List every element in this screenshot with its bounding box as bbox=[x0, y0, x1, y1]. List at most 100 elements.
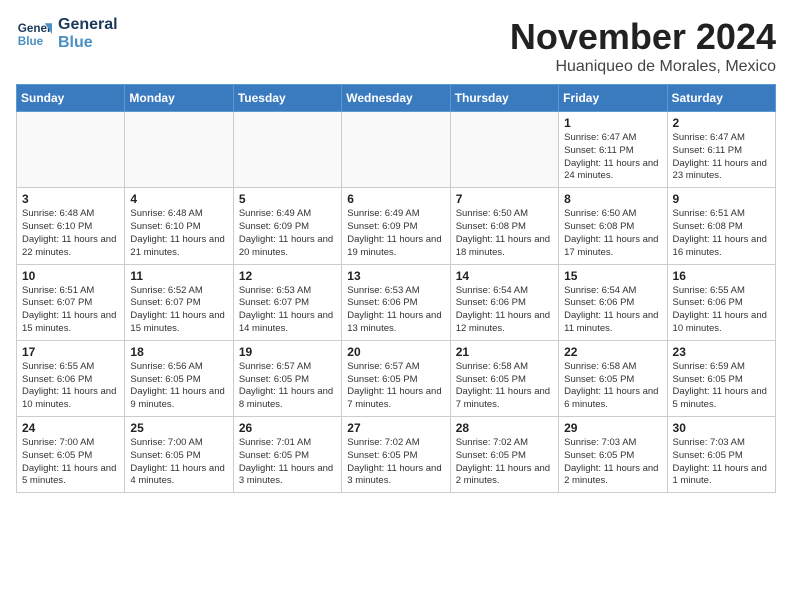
header-saturday: Saturday bbox=[667, 85, 775, 112]
table-row: 25 Sunrise: 7:00 AMSunset: 6:05 PMDayligh… bbox=[125, 417, 233, 493]
day-number: 25 bbox=[130, 421, 227, 435]
day-number: 7 bbox=[456, 192, 553, 206]
table-row bbox=[125, 112, 233, 188]
day-info: Sunrise: 6:51 AMSunset: 6:08 PMDaylight:… bbox=[673, 208, 770, 259]
table-row: 3 Sunrise: 6:48 AMSunset: 6:10 PMDaylight… bbox=[17, 188, 125, 264]
day-number: 23 bbox=[673, 345, 770, 359]
day-number: 13 bbox=[347, 269, 444, 283]
day-info: Sunrise: 6:54 AMSunset: 6:06 PMDaylight:… bbox=[564, 285, 661, 336]
header-tuesday: Tuesday bbox=[233, 85, 341, 112]
day-number: 15 bbox=[564, 269, 661, 283]
day-info: Sunrise: 7:02 AMSunset: 6:05 PMDaylight:… bbox=[456, 437, 553, 488]
day-number: 29 bbox=[564, 421, 661, 435]
day-info: Sunrise: 7:00 AMSunset: 6:05 PMDaylight:… bbox=[22, 437, 119, 488]
header-monday: Monday bbox=[125, 85, 233, 112]
day-number: 19 bbox=[239, 345, 336, 359]
day-number: 12 bbox=[239, 269, 336, 283]
table-row: 11Sunrise: 6:52 AMSunset: 6:07 PMDayligh… bbox=[125, 264, 233, 340]
day-number: 20 bbox=[347, 345, 444, 359]
table-row: 13Sunrise: 6:53 AMSunset: 6:06 PMDayligh… bbox=[342, 264, 450, 340]
day-number: 14 bbox=[456, 269, 553, 283]
day-number: 3 bbox=[22, 192, 119, 206]
day-info: Sunrise: 6:48 AMSunset: 6:10 PMDaylight:… bbox=[22, 208, 119, 259]
day-number: 30 bbox=[673, 421, 770, 435]
day-info: Sunrise: 6:49 AMSunset: 6:09 PMDaylight:… bbox=[347, 208, 444, 259]
calendar-table: Sunday Monday Tuesday Wednesday Thursday… bbox=[16, 84, 776, 493]
logo-icon: General Blue bbox=[16, 16, 52, 52]
calendar-week-row: 10 Sunrise: 6:51 AMSunset: 6:07 PMDayligh… bbox=[17, 264, 776, 340]
day-info: Sunrise: 7:02 AMSunset: 6:05 PMDaylight:… bbox=[347, 437, 444, 488]
month-title: November 2024 bbox=[510, 16, 776, 58]
day-info: Sunrise: 6:57 AMSunset: 6:05 PMDaylight:… bbox=[239, 361, 336, 412]
title-block: November 2024 Huaniqueo de Morales, Mexi… bbox=[510, 16, 776, 76]
day-info: Sunrise: 7:00 AMSunset: 6:05 PMDaylight:… bbox=[130, 437, 227, 488]
day-info: Sunrise: 6:55 AMSunset: 6:06 PMDaylight:… bbox=[22, 361, 119, 412]
table-row: 23 Sunrise: 6:59 AMSunset: 6:05 PMDayligh… bbox=[667, 340, 775, 416]
table-row bbox=[450, 112, 558, 188]
table-row: 9 Sunrise: 6:51 AMSunset: 6:08 PMDaylight… bbox=[667, 188, 775, 264]
table-row: 18 Sunrise: 6:56 AMSunset: 6:05 PMDayligh… bbox=[125, 340, 233, 416]
table-row: 4 Sunrise: 6:48 AMSunset: 6:10 PMDaylight… bbox=[125, 188, 233, 264]
day-number: 8 bbox=[564, 192, 661, 206]
table-row: 15 Sunrise: 6:54 AMSunset: 6:06 PMDayligh… bbox=[559, 264, 667, 340]
table-row bbox=[233, 112, 341, 188]
day-number: 26 bbox=[239, 421, 336, 435]
logo-line1: General bbox=[58, 16, 118, 34]
day-number: 21 bbox=[456, 345, 553, 359]
table-row: 19 Sunrise: 6:57 AMSunset: 6:05 PMDayligh… bbox=[233, 340, 341, 416]
table-row: 27Sunrise: 7:02 AMSunset: 6:05 PMDayligh… bbox=[342, 417, 450, 493]
day-number: 17 bbox=[22, 345, 119, 359]
day-info: Sunrise: 6:59 AMSunset: 6:05 PMDaylight:… bbox=[673, 361, 770, 412]
table-row: 7 Sunrise: 6:50 AMSunset: 6:08 PMDaylight… bbox=[450, 188, 558, 264]
day-info: Sunrise: 6:54 AMSunset: 6:06 PMDaylight:… bbox=[456, 285, 553, 336]
header-thursday: Thursday bbox=[450, 85, 558, 112]
day-number: 6 bbox=[347, 192, 444, 206]
day-info: Sunrise: 6:47 AMSunset: 6:11 PMDaylight:… bbox=[673, 132, 770, 183]
table-row: 20Sunrise: 6:57 AMSunset: 6:05 PMDayligh… bbox=[342, 340, 450, 416]
day-info: Sunrise: 7:01 AMSunset: 6:05 PMDaylight:… bbox=[239, 437, 336, 488]
day-info: Sunrise: 7:03 AMSunset: 6:05 PMDaylight:… bbox=[673, 437, 770, 488]
day-info: Sunrise: 6:53 AMSunset: 6:07 PMDaylight:… bbox=[239, 285, 336, 336]
day-info: Sunrise: 6:56 AMSunset: 6:05 PMDaylight:… bbox=[130, 361, 227, 412]
day-number: 2 bbox=[673, 116, 770, 130]
day-info: Sunrise: 6:58 AMSunset: 6:05 PMDaylight:… bbox=[456, 361, 553, 412]
svg-text:Blue: Blue bbox=[18, 35, 44, 48]
day-info: Sunrise: 6:52 AMSunset: 6:07 PMDaylight:… bbox=[130, 285, 227, 336]
day-info: Sunrise: 6:50 AMSunset: 6:08 PMDaylight:… bbox=[564, 208, 661, 259]
day-info: Sunrise: 6:51 AMSunset: 6:07 PMDaylight:… bbox=[22, 285, 119, 336]
table-row: 21 Sunrise: 6:58 AMSunset: 6:05 PMDayligh… bbox=[450, 340, 558, 416]
table-row: 2 Sunrise: 6:47 AMSunset: 6:11 PMDaylight… bbox=[667, 112, 775, 188]
table-row: 30 Sunrise: 7:03 AMSunset: 6:05 PMDayligh… bbox=[667, 417, 775, 493]
day-number: 4 bbox=[130, 192, 227, 206]
day-info: Sunrise: 6:58 AMSunset: 6:05 PMDaylight:… bbox=[564, 361, 661, 412]
table-row bbox=[17, 112, 125, 188]
logo: General Blue General Blue bbox=[16, 16, 118, 52]
day-info: Sunrise: 6:47 AMSunset: 6:11 PMDaylight:… bbox=[564, 132, 661, 183]
table-row: 24 Sunrise: 7:00 AMSunset: 6:05 PMDayligh… bbox=[17, 417, 125, 493]
table-row: 1 Sunrise: 6:47 AMSunset: 6:11 PMDaylight… bbox=[559, 112, 667, 188]
day-number: 18 bbox=[130, 345, 227, 359]
table-row: 29 Sunrise: 7:03 AMSunset: 6:05 PMDayligh… bbox=[559, 417, 667, 493]
table-row: 6 Sunrise: 6:49 AMSunset: 6:09 PMDaylight… bbox=[342, 188, 450, 264]
table-row: 10 Sunrise: 6:51 AMSunset: 6:07 PMDayligh… bbox=[17, 264, 125, 340]
day-info: Sunrise: 6:50 AMSunset: 6:08 PMDaylight:… bbox=[456, 208, 553, 259]
table-row: 28Sunrise: 7:02 AMSunset: 6:05 PMDayligh… bbox=[450, 417, 558, 493]
day-number: 1 bbox=[564, 116, 661, 130]
table-row: 17 Sunrise: 6:55 AMSunset: 6:06 PMDayligh… bbox=[17, 340, 125, 416]
calendar-week-row: 17 Sunrise: 6:55 AMSunset: 6:06 PMDayligh… bbox=[17, 340, 776, 416]
day-info: Sunrise: 6:48 AMSunset: 6:10 PMDaylight:… bbox=[130, 208, 227, 259]
table-row bbox=[342, 112, 450, 188]
page-header: General Blue General Blue November 2024 … bbox=[16, 16, 776, 76]
table-row: 8 Sunrise: 6:50 AMSunset: 6:08 PMDaylight… bbox=[559, 188, 667, 264]
day-info: Sunrise: 7:03 AMSunset: 6:05 PMDaylight:… bbox=[564, 437, 661, 488]
calendar-week-row: 3 Sunrise: 6:48 AMSunset: 6:10 PMDaylight… bbox=[17, 188, 776, 264]
day-number: 10 bbox=[22, 269, 119, 283]
table-row: 16Sunrise: 6:55 AMSunset: 6:06 PMDayligh… bbox=[667, 264, 775, 340]
day-number: 24 bbox=[22, 421, 119, 435]
header-sunday: Sunday bbox=[17, 85, 125, 112]
table-row: 26 Sunrise: 7:01 AMSunset: 6:05 PMDayligh… bbox=[233, 417, 341, 493]
day-number: 16 bbox=[673, 269, 770, 283]
day-number: 9 bbox=[673, 192, 770, 206]
location-subtitle: Huaniqueo de Morales, Mexico bbox=[510, 58, 776, 76]
header-friday: Friday bbox=[559, 85, 667, 112]
